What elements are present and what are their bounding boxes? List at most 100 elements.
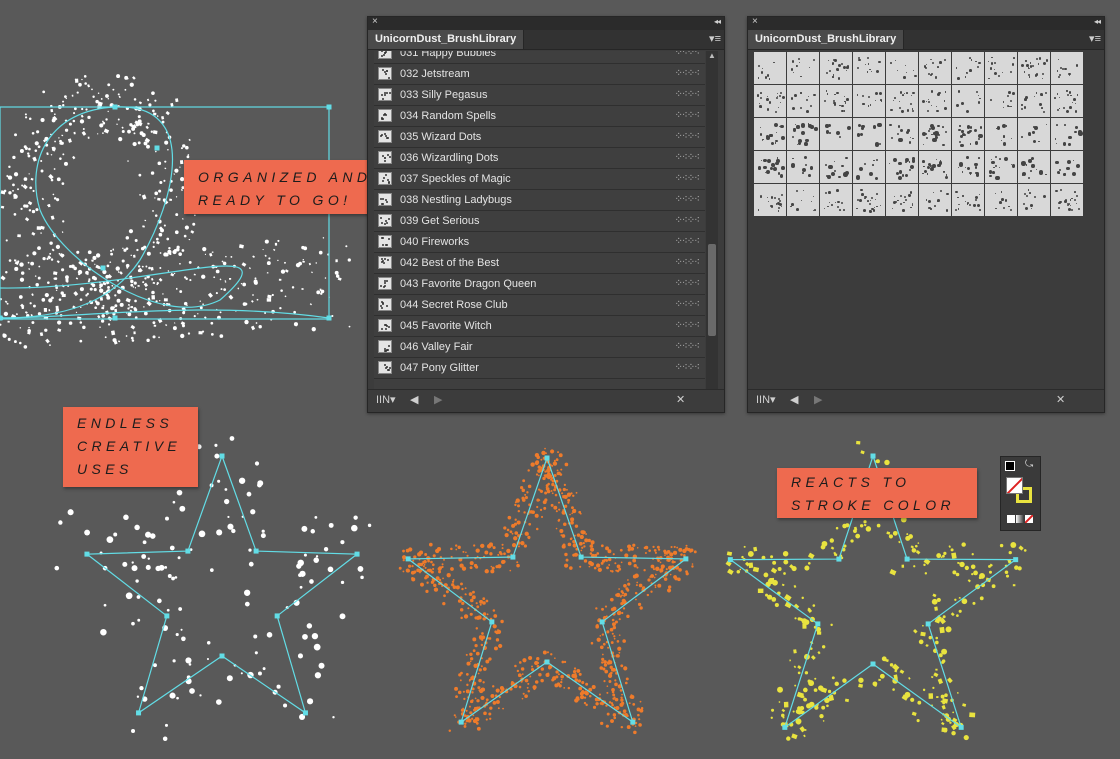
brush-list-item[interactable]: 032 Jetstream ⁘⁖⁘⁖ [374, 64, 705, 85]
brush-thumbnail[interactable] [787, 151, 819, 183]
library-menu-icon[interactable]: IIN▾ [756, 393, 776, 406]
panel-title-bar[interactable]: × ◂◂ [748, 16, 1104, 30]
brush-thumbnail[interactable] [853, 118, 885, 150]
anchor-point[interactable] [405, 556, 411, 562]
panel-title-bar[interactable]: × ◂◂ [368, 16, 724, 30]
brush-library-panel-list[interactable]: × ◂◂ UnicornDust_BrushLibrary ▾≡ 031 Hap… [367, 16, 725, 413]
tab-brush-library[interactable]: UnicornDust_BrushLibrary [368, 30, 525, 49]
close-icon[interactable]: × [752, 16, 758, 27]
anchor-point[interactable] [683, 556, 689, 562]
brush-thumbnail[interactable] [985, 118, 1017, 150]
brush-thumbnail[interactable] [1051, 85, 1083, 117]
anchor-point[interactable] [578, 554, 584, 560]
brush-list-item[interactable]: 035 Wizard Dots ⁘⁖⁘⁖ [374, 127, 705, 148]
brush-thumbnail[interactable] [853, 184, 885, 216]
brush-list-item[interactable]: 031 Happy Bubbles ⁘⁖⁘⁖ [374, 51, 705, 64]
anchor-point[interactable] [925, 621, 931, 627]
brush-thumbnail[interactable] [853, 85, 885, 117]
anchor-point[interactable] [782, 724, 788, 730]
brush-thumbnail[interactable] [1051, 118, 1083, 150]
anchor-point[interactable] [154, 145, 160, 151]
brush-thumbnail[interactable] [1018, 52, 1050, 84]
brush-thumbnail[interactable] [820, 52, 852, 84]
anchor-point[interactable] [326, 104, 332, 110]
previous-library-icon[interactable]: ◀ [790, 393, 798, 406]
brush-list-item[interactable]: 042 Best of the Best ⁘⁖⁘⁖ [374, 253, 705, 274]
brush-thumbnail[interactable] [1051, 52, 1083, 84]
brush-thumbnail[interactable] [952, 118, 984, 150]
anchor-point[interactable] [112, 104, 118, 110]
anchor-point[interactable] [870, 453, 876, 459]
collapse-icon[interactable]: ◂◂ [1094, 17, 1101, 26]
brush-thumbnail[interactable] [787, 85, 819, 117]
brush-thumbnail[interactable] [820, 151, 852, 183]
anchor-point[interactable] [904, 556, 910, 562]
brush-library-panel-thumbnails[interactable]: × ◂◂ UnicornDust_BrushLibrary ▾≡ IIN▾ ◀ … [747, 16, 1105, 413]
anchor-point[interactable] [302, 710, 308, 716]
collapse-icon[interactable]: ◂◂ [714, 17, 721, 26]
brush-list-item[interactable]: 043 Favorite Dragon Queen ⁘⁖⁘⁖ [374, 274, 705, 295]
anchor-point[interactable] [489, 619, 495, 625]
brush-thumbnail[interactable] [952, 184, 984, 216]
brush-thumbnail[interactable] [886, 52, 918, 84]
anchor-point[interactable] [326, 315, 332, 321]
brush-thumbnail-grid[interactable] [754, 52, 1085, 216]
fill-stroke-panel[interactable]: ⤿ [1000, 456, 1041, 531]
brush-thumbnail[interactable] [919, 85, 951, 117]
brush-list-item[interactable]: 033 Silly Pegasus ⁘⁖⁘⁖ [374, 85, 705, 106]
color-mode-buttons[interactable] [1007, 515, 1034, 523]
anchor-point[interactable] [274, 613, 280, 619]
brush-thumbnail[interactable] [820, 184, 852, 216]
brush-thumbnail[interactable] [820, 118, 852, 150]
anchor-point[interactable] [100, 265, 106, 271]
anchor-point[interactable] [870, 661, 876, 667]
anchor-point[interactable] [219, 653, 225, 659]
anchor-point[interactable] [354, 551, 360, 557]
library-menu-icon[interactable]: IIN▾ [376, 393, 396, 406]
anchor-point[interactable] [836, 556, 842, 562]
next-library-icon[interactable]: ▶ [814, 393, 822, 406]
brush-thumbnail[interactable] [754, 52, 786, 84]
anchor-point[interactable] [958, 724, 964, 730]
brush-thumbnail[interactable] [1018, 85, 1050, 117]
scroll-up-icon[interactable]: ▲ [708, 51, 716, 60]
brush-list-item[interactable]: 038 Nestling Ladybugs ⁘⁖⁘⁖ [374, 190, 705, 211]
brush-thumbnail[interactable] [754, 85, 786, 117]
default-colors-icon[interactable] [1005, 461, 1015, 471]
swap-colors-icon[interactable]: ⤿ [1025, 459, 1033, 470]
brush-thumbnail[interactable] [787, 118, 819, 150]
anchor-point[interactable] [727, 557, 733, 563]
anchor-point[interactable] [630, 719, 636, 725]
brush-thumbnail[interactable] [1051, 151, 1083, 183]
brush-thumbnail[interactable] [1018, 118, 1050, 150]
brush-thumbnail[interactable] [1018, 151, 1050, 183]
brush-thumbnail[interactable] [985, 151, 1017, 183]
brush-thumbnail[interactable] [1051, 184, 1083, 216]
brush-thumbnail[interactable] [820, 85, 852, 117]
panel-menu-icon[interactable]: ▾≡ [709, 32, 721, 45]
brush-thumbnail[interactable] [754, 151, 786, 183]
previous-library-icon[interactable]: ◀ [410, 393, 418, 406]
tab-brush-library[interactable]: UnicornDust_BrushLibrary [748, 30, 905, 49]
brush-thumbnail[interactable] [952, 52, 984, 84]
anchor-point[interactable] [219, 453, 225, 459]
brush-thumbnail[interactable] [952, 85, 984, 117]
brush-thumbnail[interactable] [886, 151, 918, 183]
brush-list-item[interactable]: 037 Speckles of Magic ⁘⁖⁘⁖ [374, 169, 705, 190]
anchor-point[interactable] [510, 554, 516, 560]
brush-thumbnail[interactable] [919, 151, 951, 183]
anchor-point[interactable] [112, 315, 118, 321]
brush-thumbnail[interactable] [985, 184, 1017, 216]
anchor-point[interactable] [1013, 557, 1019, 563]
brush-thumbnail[interactable] [787, 52, 819, 84]
brush-thumbnail[interactable] [886, 85, 918, 117]
brush-list-item[interactable]: 044 Secret Rose Club ⁘⁖⁘⁖ [374, 295, 705, 316]
brush-list-item[interactable]: 047 Pony Glitter ⁘⁖⁘⁖ [374, 358, 705, 379]
brush-thumbnail[interactable] [952, 151, 984, 183]
scrollbar-thumb[interactable] [708, 244, 716, 336]
brush-list-item[interactable]: 046 Valley Fair ⁘⁖⁘⁖ [374, 337, 705, 358]
brush-thumbnail[interactable] [985, 85, 1017, 117]
brush-thumbnail[interactable] [886, 184, 918, 216]
brush-thumbnail[interactable] [985, 52, 1017, 84]
brush-list-item[interactable]: 039 Get Serious ⁘⁖⁘⁖ [374, 211, 705, 232]
